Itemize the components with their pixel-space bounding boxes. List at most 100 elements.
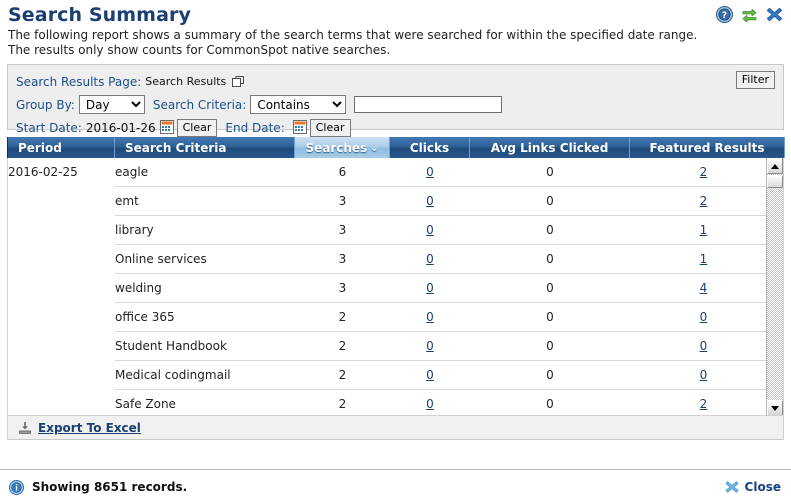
cell-clicks-link[interactable]: 0 (426, 165, 434, 179)
cell-featured-results[interactable]: 1 (630, 244, 777, 274)
refresh-icon[interactable] (741, 6, 758, 23)
cell-featured-results[interactable]: 0 (630, 360, 777, 390)
cell-clicks[interactable]: 0 (390, 360, 470, 390)
svg-text:?: ? (722, 11, 727, 21)
cell-featured-results-link[interactable]: 0 (700, 339, 708, 353)
cell-clicks[interactable]: 0 (390, 273, 470, 303)
column-header-search-criteria[interactable]: Search Criteria (114, 137, 295, 158)
column-header-period[interactable]: Period (7, 137, 115, 158)
cell-clicks-link[interactable]: 0 (426, 339, 434, 353)
cell-searches: 3 (295, 186, 390, 216)
cell-searches: 3 (295, 215, 390, 245)
close-icon[interactable] (766, 6, 783, 23)
cell-featured-results[interactable]: 2 (630, 186, 777, 216)
start-date-calendar-icon[interactable] (159, 120, 174, 135)
cell-featured-results-link[interactable]: 1 (700, 252, 708, 266)
export-to-excel-link[interactable]: Export To Excel (38, 421, 141, 435)
cell-avg-links-clicked: 0 (470, 273, 630, 303)
filter-button[interactable]: Filter (735, 71, 775, 89)
cell-clicks[interactable]: 0 (390, 331, 470, 361)
cell-avg-links-clicked: 0 (546, 165, 554, 179)
cell-period (8, 187, 115, 216)
scroll-up-button[interactable] (767, 158, 783, 174)
search-criteria-label: Search Criteria: (152, 97, 247, 112)
group-by-label: Group By: (16, 97, 75, 112)
cell-searches: 2 (295, 389, 390, 415)
search-text-input[interactable] (354, 96, 503, 113)
vertical-scrollbar[interactable] (766, 158, 783, 415)
filter-row-results-page: Search Results Page: Search Results (16, 71, 775, 92)
scroll-down-button[interactable] (767, 400, 783, 415)
cell-featured-results-link[interactable]: 2 (700, 397, 708, 411)
excel-export-icon[interactable] (18, 421, 32, 435)
cell-clicks[interactable]: 0 (390, 186, 470, 216)
cell-searches: 6 (338, 165, 347, 179)
table-row: 2016-02-25 eagle 6 0 0 2 (8, 158, 777, 187)
open-in-new-window-icon[interactable] (229, 75, 245, 89)
cell-featured-results-link[interactable]: 2 (700, 194, 708, 208)
column-header-clicks[interactable]: Clicks (389, 137, 470, 158)
cell-featured-results-link[interactable]: 0 (700, 310, 708, 324)
cell-clicks-link[interactable]: 0 (426, 252, 434, 266)
cell-clicks-link[interactable]: 0 (426, 194, 434, 208)
page-description: The following report shows a summary of … (8, 28, 698, 57)
cell-search-criteria: Safe Zone (115, 389, 295, 415)
cell-avg-links-clicked: 0 (470, 244, 630, 274)
start-date-clear-button[interactable]: Clear (176, 118, 218, 137)
filter-row-group-by: Group By: Day Search Criteria: Contains (16, 94, 775, 115)
cell-clicks-link[interactable]: 0 (426, 397, 434, 411)
cell-search-criteria: library (115, 215, 295, 245)
scrollbar-thumb[interactable] (767, 175, 783, 188)
cell-featured-results-link[interactable]: 1 (700, 223, 708, 237)
cell-featured-results[interactable]: 1 (630, 215, 777, 245)
cell-featured-results-link[interactable]: 2 (700, 165, 708, 179)
cell-search-criteria: Online services (115, 244, 295, 274)
cell-featured-results[interactable]: 2 (630, 158, 777, 187)
table-row: Student Handbook 2 0 0 0 (8, 331, 777, 361)
column-header-avg-links-clicked[interactable]: Avg Links Clicked (469, 137, 630, 158)
close-button[interactable]: Close (725, 480, 781, 494)
table-row: Safe Zone 2 0 0 2 (8, 389, 777, 415)
group-by-select[interactable]: Day (78, 95, 145, 114)
cell-featured-results[interactable]: 2 (630, 389, 777, 415)
cell-period: 2016-02-25 (8, 165, 78, 180)
cell-search-criteria: welding (115, 273, 295, 303)
cell-clicks-link[interactable]: 0 (426, 223, 434, 237)
cell-avg-links-clicked: 0 (470, 215, 630, 245)
column-header-clicks-label: Clicks (409, 140, 450, 155)
cell-searches: 3 (295, 273, 390, 303)
cell-clicks-link[interactable]: 0 (426, 368, 434, 382)
cell-featured-results[interactable]: 0 (630, 302, 777, 332)
start-date-value: 2016-01-26 (85, 120, 156, 135)
grid-header-table: Period Search Criteria Searches ⌄ Clicks … (7, 137, 785, 158)
cell-featured-results-link[interactable]: 4 (700, 281, 708, 295)
grid-body-table: 2016-02-25 eagle 6 0 0 2 emt 3 0 0 2 library 3 0 0 1 Onl… (8, 158, 777, 415)
cell-clicks[interactable]: 0 (390, 244, 470, 274)
column-header-featured-results[interactable]: Featured Results (629, 137, 785, 158)
cell-featured-results-link[interactable]: 0 (700, 368, 708, 382)
column-header-searches[interactable]: Searches ⌄ (294, 137, 390, 158)
header-icon-group: ? (716, 6, 783, 23)
cell-avg-links-clicked: 0 (470, 186, 630, 216)
info-icon (9, 479, 24, 495)
cell-clicks-link[interactable]: 0 (426, 310, 434, 324)
cell-featured-results[interactable]: 0 (630, 331, 777, 361)
cell-search-criteria: office 365 (115, 302, 295, 332)
cell-search-criteria: emt (115, 186, 295, 216)
close-x-icon (725, 480, 739, 494)
cell-featured-results[interactable]: 4 (630, 273, 777, 303)
cell-clicks-link[interactable]: 0 (426, 281, 434, 295)
end-date-clear-button[interactable]: Clear (309, 118, 351, 137)
cell-searches: 2 (295, 331, 390, 361)
end-date-calendar-icon[interactable] (292, 120, 307, 135)
cell-clicks[interactable]: 0 (390, 158, 470, 187)
results-grid: Period Search Criteria Searches ⌄ Clicks … (7, 137, 785, 416)
search-criteria-select[interactable]: Contains (250, 95, 347, 114)
cell-clicks[interactable]: 0 (390, 302, 470, 332)
help-icon[interactable]: ? (716, 6, 733, 23)
cell-clicks[interactable]: 0 (390, 215, 470, 245)
cell-clicks[interactable]: 0 (390, 389, 470, 415)
cell-searches: 2 (295, 360, 390, 390)
cell-avg-links-clicked: 0 (470, 331, 630, 361)
column-header-featured-results-label: Featured Results (649, 140, 765, 155)
